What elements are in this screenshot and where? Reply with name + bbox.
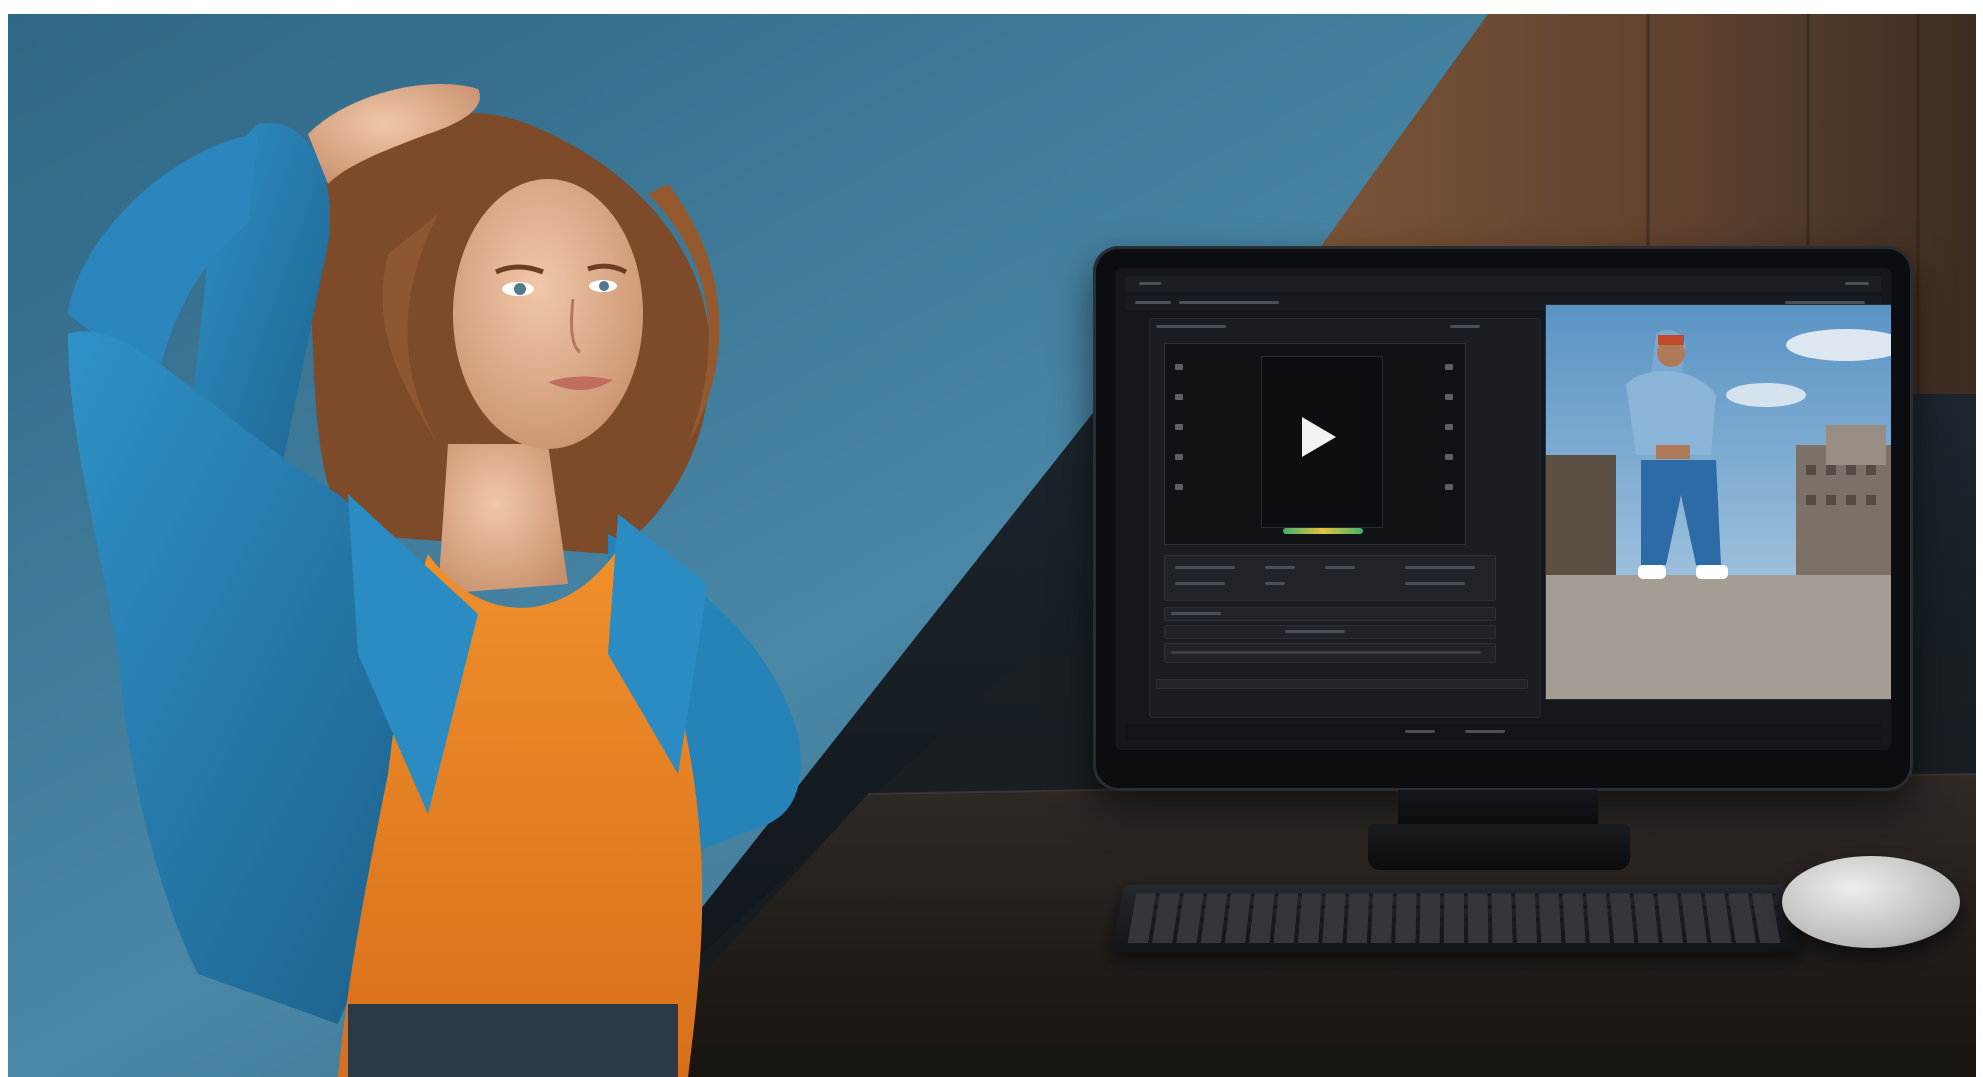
play-icon[interactable] — [1302, 417, 1336, 457]
track-panel — [1164, 625, 1496, 639]
woman-figure — [68, 84, 801, 1077]
editor-title-bar — [1125, 276, 1881, 292]
timeline-progress-bar[interactable] — [1283, 528, 1363, 534]
tool-icon[interactable] — [1445, 424, 1453, 430]
image-frame — [8, 14, 1976, 1077]
tool-icon[interactable] — [1175, 484, 1183, 490]
tool-icon[interactable] — [1445, 364, 1453, 370]
tool-icon[interactable] — [1175, 364, 1183, 370]
preview-image — [1546, 305, 1891, 699]
tool-icon[interactable] — [1445, 394, 1453, 400]
computer-monitor — [1093, 246, 1913, 791]
tool-icon[interactable] — [1175, 424, 1183, 430]
preview-photo — [1545, 304, 1891, 700]
scrub-bar[interactable] — [1156, 679, 1528, 689]
monitor-base — [1368, 824, 1630, 870]
video-viewer — [1164, 343, 1466, 545]
monitor-screen — [1115, 268, 1891, 750]
computer-mouse[interactable] — [1782, 856, 1960, 948]
tool-icon[interactable] — [1175, 394, 1183, 400]
tool-icon[interactable] — [1445, 454, 1453, 460]
video-editor-panel — [1149, 318, 1541, 718]
keyboard[interactable] — [1111, 884, 1801, 953]
editor-status-bar — [1125, 724, 1881, 740]
clip-panel — [1164, 555, 1496, 601]
video-player — [1261, 356, 1383, 528]
keyboard-keys[interactable] — [1127, 893, 1785, 944]
tool-icon[interactable] — [1175, 454, 1183, 460]
tool-icon[interactable] — [1445, 484, 1453, 490]
layer-panel — [1164, 607, 1496, 621]
timeline-track[interactable] — [1164, 643, 1496, 663]
